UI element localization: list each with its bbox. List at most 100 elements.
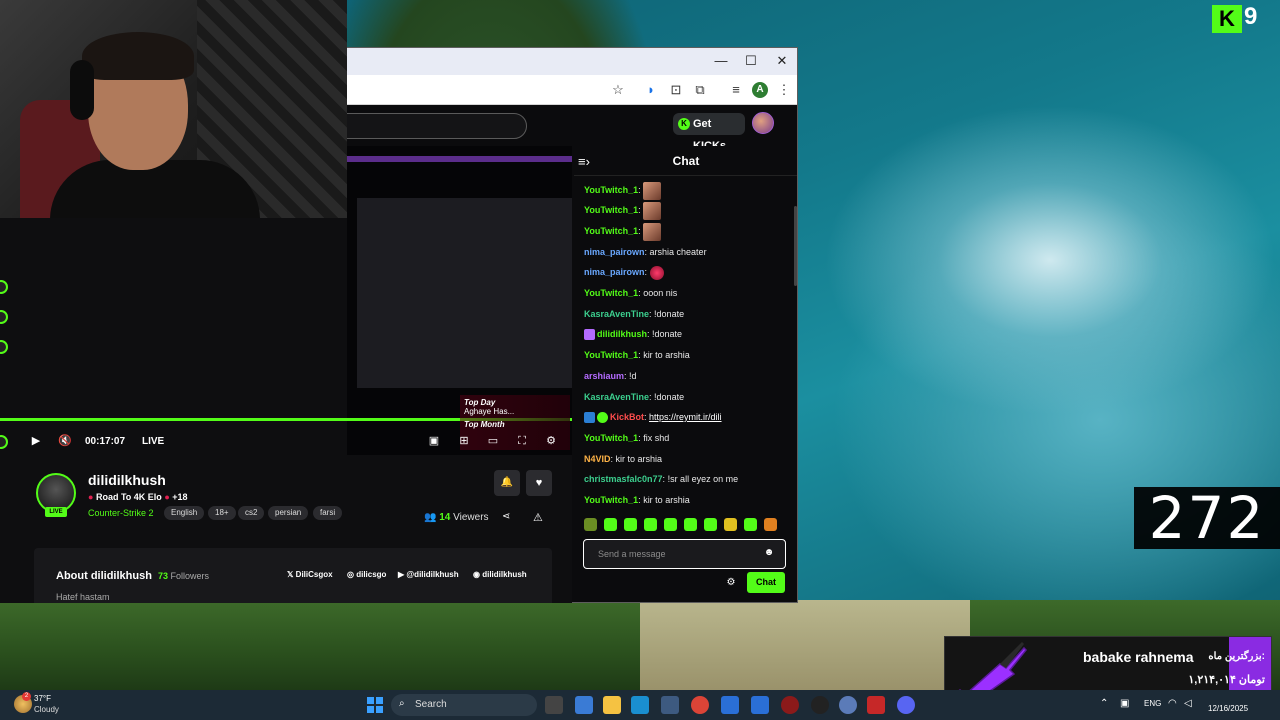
chat-send-button[interactable]: Chat — [747, 572, 785, 593]
app-icon[interactable] — [781, 696, 799, 714]
chat-username[interactable]: YouTwitch_1 — [584, 226, 638, 236]
puzzle-extensions-icon[interactable]: ⧉ — [691, 81, 709, 99]
tag[interactable]: English — [164, 506, 205, 520]
chat-text: kir to arshia — [643, 495, 690, 505]
sidebar-channel-avatar[interactable] — [0, 310, 8, 324]
chat-message-input[interactable]: Send a message — [583, 539, 786, 569]
app-icon[interactable] — [839, 696, 857, 714]
sidebar-channel-avatar[interactable] — [0, 280, 8, 294]
emote-button[interactable] — [744, 518, 757, 531]
edge-icon[interactable] — [631, 696, 649, 714]
chrome-icon[interactable] — [691, 696, 709, 714]
extension-icon[interactable]: ⊡ — [667, 81, 685, 99]
tray-app-icon[interactable]: ▣ — [1120, 698, 1129, 709]
emote-button[interactable] — [604, 518, 617, 531]
chat-username[interactable]: YouTwitch_1 — [584, 205, 638, 215]
search-input[interactable] — [347, 113, 527, 139]
channel-name[interactable]: dilidilkhush — [88, 472, 166, 488]
donator-label: بزرگترین ماه: — [1208, 651, 1265, 662]
emote-button[interactable] — [704, 518, 717, 531]
theater-mode-icon[interactable]: ▭ — [486, 434, 500, 448]
chat-username[interactable]: nima_pairown — [584, 247, 645, 257]
start-button[interactable] — [367, 697, 383, 713]
emote-button[interactable] — [624, 518, 637, 531]
chat-username[interactable]: N4VID — [584, 454, 611, 464]
media-control-icon[interactable]: ≡ — [727, 81, 745, 99]
browser-menu-icon[interactable]: ⋮ — [775, 81, 793, 99]
fullscreen-icon[interactable]: ⛶ — [515, 434, 529, 448]
clock-date[interactable]: 12/16/2025 — [1208, 704, 1248, 713]
chat-link[interactable]: https://reymit.ir/dili — [649, 412, 722, 422]
app-icon[interactable] — [575, 696, 593, 714]
kick-viewer-count: 9 — [1244, 3, 1258, 30]
streamer-shirt — [50, 160, 260, 218]
chat-username[interactable]: YouTwitch_1 — [584, 433, 638, 443]
file-explorer-icon[interactable] — [603, 696, 621, 714]
emote-button[interactable] — [644, 518, 657, 531]
chat-username[interactable]: YouTwitch_1 — [584, 495, 638, 505]
chat-username[interactable]: nima_pairown — [584, 267, 645, 277]
tag[interactable]: cs2 — [238, 506, 265, 520]
chat-username[interactable]: KickBot — [610, 412, 644, 422]
share-icon[interactable]: ⋖ — [502, 511, 510, 522]
donator-name: babake rahnema — [1083, 649, 1194, 665]
clip-icon[interactable]: ⊞ — [457, 434, 471, 448]
chat-username[interactable]: YouTwitch_1 — [584, 288, 638, 298]
tag[interactable]: persian — [268, 506, 309, 520]
app-icon[interactable] — [751, 696, 769, 714]
chat-settings-gear-icon[interactable]: ⚙ — [724, 576, 738, 590]
chat-scrollbar[interactable] — [794, 206, 797, 286]
follow-heart-button[interactable]: ♥ — [526, 470, 552, 496]
language-indicator[interactable]: ENG — [1144, 699, 1161, 708]
emote-button[interactable] — [664, 518, 677, 531]
sidebar-channel-avatar[interactable] — [0, 340, 8, 354]
taskbar: 2 37°F Cloudy Search ⌕ ⌃ ▣ ENG ◠ ◁ 12/16… — [0, 690, 1280, 720]
taskbar-search[interactable]: Search — [391, 694, 537, 716]
app-icon[interactable] — [867, 696, 885, 714]
volume-icon[interactable]: ◁ — [1184, 698, 1192, 709]
tray-chevron-icon[interactable]: ⌃ — [1100, 698, 1108, 709]
chat-username[interactable]: KasraAvenTine — [584, 392, 649, 402]
mute-icon[interactable]: 🔇 — [58, 434, 72, 448]
chat-username[interactable]: dilidilkhush — [597, 329, 647, 339]
user-avatar[interactable] — [752, 112, 774, 134]
emote-button[interactable] — [764, 518, 777, 531]
notification-bell-button[interactable]: 🔔 — [494, 470, 520, 496]
chat-username[interactable]: YouTwitch_1 — [584, 185, 638, 195]
social-discord-link[interactable]: ◉ dilidilkhush — [473, 570, 527, 579]
chat-username[interactable]: arshiaum — [584, 371, 624, 381]
emote-button[interactable] — [684, 518, 697, 531]
browser-profile-avatar[interactable]: A — [752, 82, 768, 98]
emote-button[interactable] — [724, 518, 737, 531]
social-youtube-link[interactable]: ▶ @dilidilkhush — [398, 570, 459, 579]
tag[interactable]: 18+ — [208, 506, 236, 520]
discord-icon[interactable] — [897, 696, 915, 714]
tag[interactable]: farsi — [313, 506, 343, 520]
close-button[interactable]: ✕ — [769, 52, 795, 70]
task-view-icon[interactable] — [545, 696, 563, 714]
play-icon[interactable]: ▶ — [29, 434, 43, 448]
chat-username[interactable]: christmasfalc0n77 — [584, 474, 663, 484]
chat-username[interactable]: KasraAvenTine — [584, 309, 649, 319]
picture-in-picture-icon[interactable]: ▣ — [427, 434, 441, 448]
social-instagram-link[interactable]: ◎ dilicsgo — [347, 570, 386, 579]
report-icon[interactable]: ⚠ — [533, 511, 543, 524]
chat-username[interactable]: YouTwitch_1 — [584, 350, 638, 360]
chat-message: nima_pairown: arshia cheater — [584, 247, 707, 257]
donator-amount: ۱,۲۱۴,۰۱۴ تومان — [1188, 674, 1265, 686]
minimize-button[interactable]: — — [708, 52, 734, 70]
app-icon[interactable] — [661, 696, 679, 714]
emote-button[interactable] — [584, 518, 597, 531]
settings-gear-icon[interactable]: ⚙ — [544, 434, 558, 448]
bookmark-star-icon[interactable]: ☆ — [609, 81, 627, 99]
maximize-button[interactable]: ☐ — [738, 52, 764, 70]
stream-category-link[interactable]: Counter-Strike 2 — [88, 508, 154, 518]
read-aloud-icon[interactable]: ◗ — [642, 81, 660, 99]
about-section: About dilidilkhush 73 Followers 𝕏 DiliCs… — [34, 548, 552, 603]
app-icon[interactable] — [811, 696, 829, 714]
emoji-picker-icon[interactable]: ☻ — [763, 547, 775, 559]
social-x-link[interactable]: 𝕏 DiliCsgox — [287, 570, 333, 579]
get-kicks-button[interactable]: K Get KICKs — [673, 113, 745, 152]
wifi-icon[interactable]: ◠ — [1168, 698, 1177, 709]
app-icon[interactable] — [721, 696, 739, 714]
